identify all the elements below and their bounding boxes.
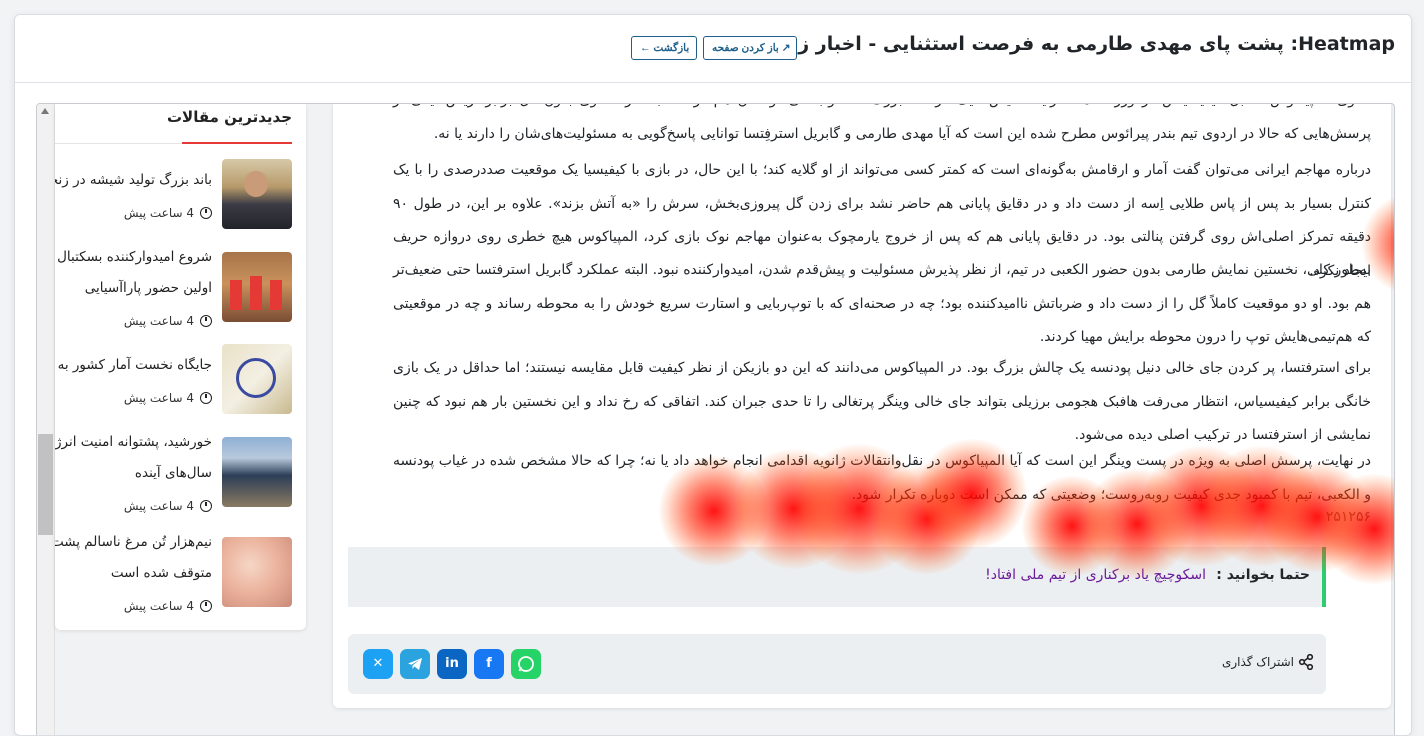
scrollbar[interactable] <box>37 104 55 735</box>
timer-icon <box>200 500 212 512</box>
sidebar-item-title[interactable]: شروع امیدوارکننده بسکتبال و <box>55 242 212 273</box>
timer-icon <box>200 207 212 219</box>
sidebar-title: جدیدترین مقالات <box>166 108 292 126</box>
timer-icon <box>200 315 212 327</box>
sidebar-item-title[interactable]: نیم‌هزار تُن مرغ ناسالم پشت <box>55 527 212 558</box>
article-thumbnail[interactable] <box>222 344 292 414</box>
read-also-box: حتما بخوانید : اسکوچیچ یاد برکناری از تی… <box>348 547 1326 607</box>
article-paragraph: به‌طور کلی، نخستین نمایش طارمی بدون حضور… <box>393 262 1371 345</box>
sidebar-item-title[interactable]: جایگاه نخست آمار کشور به ز <box>55 350 212 381</box>
read-also-label: حتما بخوانید : <box>1216 567 1310 583</box>
linkedin-icon: in <box>445 656 459 671</box>
x-icon: ✕ <box>372 656 384 671</box>
person-icon <box>244 171 268 197</box>
timer-icon <box>200 600 212 612</box>
article-paragraph: برای استرفتسا، پر کردن جای خالی دنیل پود… <box>393 360 1371 443</box>
article-id: ۲۵۱۲۵۶ <box>1325 509 1371 525</box>
telegram-share-button[interactable] <box>400 649 430 679</box>
article-body: شاوی المپیاکوس مقابل کیفیسیاس در ورزشگاه… <box>333 104 1391 708</box>
share-icon <box>1298 654 1314 670</box>
sidebar-item-time: 4 ساعت پیش <box>124 499 212 513</box>
read-also-link[interactable]: اسکوچیچ یاد برکناری از تیم ملی افتاد! <box>985 567 1206 583</box>
sidebar-divider <box>55 143 182 144</box>
whatsapp-share-button[interactable] <box>511 649 541 679</box>
sidebar-item[interactable]: باند بزرگ تولید شیشه در زنجا 4 ساعت پیش <box>55 159 292 231</box>
share-bar: اشتراک گذاری f in ✕ <box>348 634 1326 694</box>
page-frame: جدیدترین مقالات باند بزرگ تولید شیشه در … <box>36 103 1395 735</box>
facebook-icon: f <box>486 656 492 671</box>
article-paragraph: در نهایت، پرسش اصلی به ویژه در پست وینگر… <box>393 453 1371 503</box>
sidebar-item-title[interactable]: خورشید، پشتوانه امنیت انرژ <box>55 427 212 458</box>
article-paragraph: شاوی المپیاکوس مقابل کیفیسیاس در ورزشگاه… <box>393 104 1371 142</box>
modal-header: Heatmap: پشت پای مهدی طارمی به فرصت استث… <box>15 15 1411 83</box>
sidebar-item[interactable]: خورشید، پشتوانه امنیت انرژ سال‌های آینده… <box>55 434 292 517</box>
sidebar-item[interactable]: شروع امیدوارکننده بسکتبال و اولین حضور پ… <box>55 249 292 332</box>
sidebar-item-time: 4 ساعت پیش <box>124 391 212 405</box>
sidebar-item-time: 4 ساعت پیش <box>124 206 212 220</box>
facebook-share-button[interactable]: f <box>474 649 504 679</box>
article-thumbnail[interactable] <box>222 252 292 322</box>
timer-icon <box>200 392 212 404</box>
scrollbar-thumb[interactable] <box>38 434 53 535</box>
sidebar-item-title-line2[interactable]: اولین حضور پاراآسیایی <box>55 273 212 304</box>
heatmap-modal: Heatmap: پشت پای مهدی طارمی به فرصت استث… <box>14 14 1412 736</box>
sidebar-item-title[interactable]: باند بزرگ تولید شیشه در زنجا <box>55 165 212 196</box>
sidebar-item-time: 4 ساعت پیش <box>124 599 212 613</box>
latest-articles-sidebar: جدیدترین مقالات باند بزرگ تولید شیشه در … <box>55 104 306 630</box>
open-page-button[interactable]: باز کردن صفحه ↗ <box>703 36 797 60</box>
article-thumbnail[interactable] <box>222 537 292 607</box>
sidebar-item[interactable]: جایگاه نخست آمار کشور به ز 4 ساعت پیش <box>55 344 292 416</box>
share-label: اشتراک گذاری <box>1221 655 1294 669</box>
sidebar-title-underline <box>182 142 292 144</box>
telegram-icon <box>408 658 422 670</box>
article-thumbnail[interactable] <box>222 437 292 507</box>
back-button[interactable]: ← بازگشت <box>631 36 697 60</box>
linkedin-share-button[interactable]: in <box>437 649 467 679</box>
logo-icon <box>236 358 276 398</box>
sidebar-item-time: 4 ساعت پیش <box>124 314 212 328</box>
x-share-button[interactable]: ✕ <box>363 649 393 679</box>
whatsapp-icon <box>518 656 534 672</box>
sidebar-item-title-line2[interactable]: سال‌های آینده <box>55 458 212 489</box>
sidebar-item[interactable]: نیم‌هزار تُن مرغ ناسالم پشت متوقف شده اس… <box>55 534 292 617</box>
sidebar-item-title-line2[interactable]: متوقف شده است <box>55 558 212 589</box>
article-thumbnail[interactable] <box>222 159 292 229</box>
scroll-up-arrow-icon[interactable] <box>41 108 49 114</box>
page-title: Heatmap: پشت پای مهدی طارمی به فرصت استث… <box>768 33 1395 55</box>
